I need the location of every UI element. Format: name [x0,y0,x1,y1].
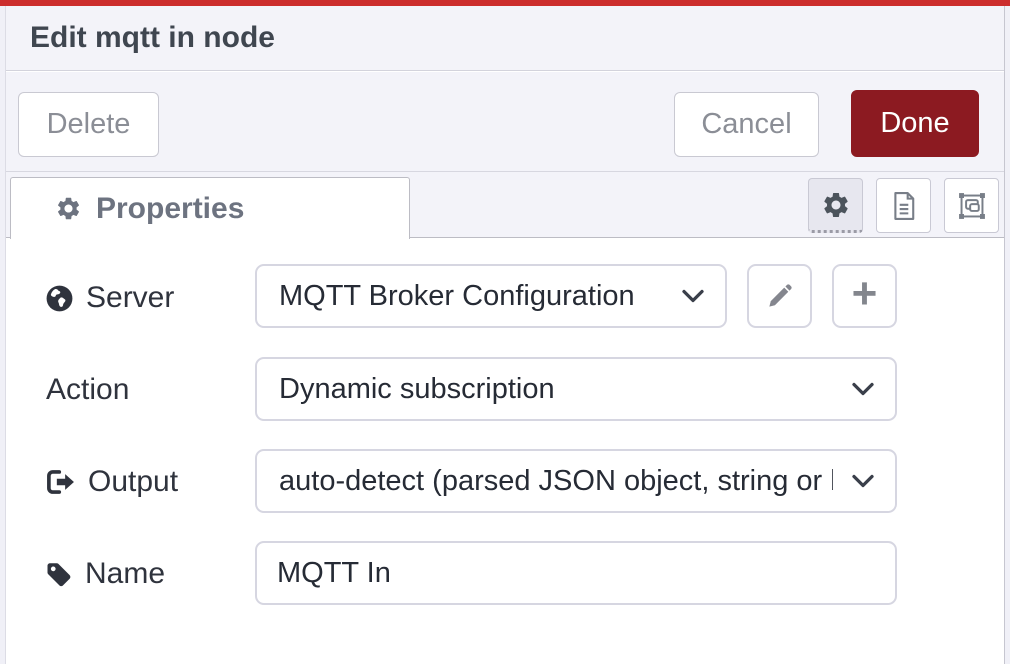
delete-button[interactable]: Delete [18,92,159,157]
chevron-down-icon [681,289,705,304]
edit-node-dialog: Edit mqtt in node Delete Cancel Done Pro… [0,0,1010,664]
plus-icon: + [852,272,878,316]
gear-icon [55,195,82,222]
sign-out-icon [44,467,77,497]
pencil-icon [765,282,794,311]
tab-properties-label: Properties [96,192,244,226]
done-button[interactable]: Done [851,90,979,157]
tab-properties[interactable]: Properties [10,177,410,239]
server-label: Server [86,281,174,315]
tag-icon [44,559,74,589]
gear-icon [821,190,851,220]
dialog-toolbar: Delete Cancel Done [6,72,1004,172]
server-label-group: Server [44,281,174,315]
output-label: Output [88,465,178,499]
action-select[interactable]: Dynamic subscription [255,357,897,421]
action-label-group: Action [46,373,129,407]
server-select-value: MQTT Broker Configuration [279,280,663,313]
cancel-button[interactable]: Cancel [674,92,819,157]
properties-panel: Server MQTT Broker Configuration + Actio… [6,238,1004,664]
editor-tab-bar: Properties [6,172,1004,238]
action-select-value: Dynamic subscription [279,373,833,406]
appearance-view-button[interactable] [944,178,999,233]
output-label-group: Output [44,465,178,499]
document-icon [889,190,919,222]
properties-view-button[interactable] [808,178,863,233]
action-label: Action [46,373,129,407]
name-label: Name [85,557,165,591]
chevron-down-icon [851,382,875,397]
output-select-value: auto-detect (parsed JSON object, string … [279,465,833,498]
description-view-button[interactable] [876,178,931,233]
node-appearance-icon [956,190,988,222]
output-select[interactable]: auto-detect (parsed JSON object, string … [255,449,897,513]
dialog-header: Edit mqtt in node [6,6,1004,71]
name-input[interactable] [255,541,897,605]
server-select[interactable]: MQTT Broker Configuration [255,264,727,328]
tray-right-edge [1004,6,1010,664]
add-server-config-button[interactable]: + [832,264,897,328]
globe-icon [44,283,75,314]
name-label-group: Name [44,557,165,591]
chevron-down-icon [845,474,875,489]
edit-server-config-button[interactable] [747,264,812,328]
dialog-title: Edit mqtt in node [30,6,275,70]
